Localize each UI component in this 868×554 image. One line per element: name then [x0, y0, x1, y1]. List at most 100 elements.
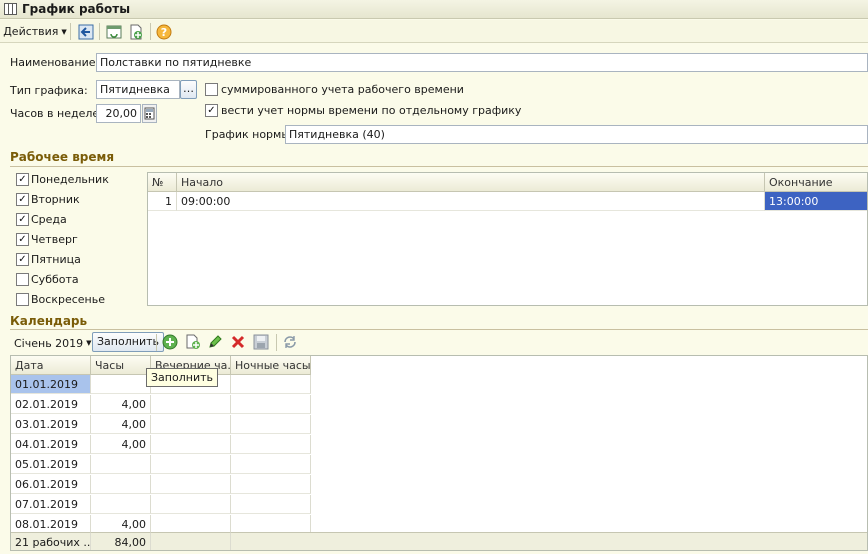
table-icon: [4, 3, 17, 15]
cell-date[interactable]: 05.01.2019: [11, 455, 91, 474]
cell-hours[interactable]: 4,00: [91, 395, 151, 414]
help-button[interactable]: ?: [154, 22, 174, 41]
weekday-checkbox[interactable]: ✓: [16, 173, 29, 186]
cell-date[interactable]: 07.01.2019: [11, 495, 91, 514]
weekday-checkbox[interactable]: ✓: [16, 233, 29, 246]
cell-num[interactable]: 1: [148, 192, 177, 211]
norm-schedule-label: График нормы:: [205, 128, 294, 141]
footer-date: 21 рабочих ...: [11, 532, 91, 550]
cell-night[interactable]: [231, 495, 311, 514]
toolbar-separator: [99, 23, 100, 40]
month-label: Січень 2019: [14, 336, 84, 350]
refresh-view-button[interactable]: [104, 22, 124, 41]
copy-row-icon: [186, 334, 200, 349]
weekday-monday[interactable]: ✓ Понедельник: [16, 172, 136, 188]
weekday-sunday[interactable]: Воскресенье: [16, 292, 136, 308]
cell-evening[interactable]: [151, 495, 231, 514]
summ-checkbox[interactable]: [205, 83, 218, 96]
cell-start[interactable]: 09:00:00: [177, 192, 765, 211]
weekday-label: Пятница: [31, 253, 81, 266]
ellipsis-icon: …: [183, 82, 194, 95]
column-header-night[interactable]: Ночные часы: [231, 356, 311, 375]
schedule-type-label: Тип графика:: [10, 84, 88, 97]
save-close-button[interactable]: [76, 22, 96, 41]
cell-hours[interactable]: [91, 375, 151, 394]
month-selector[interactable]: Січень 2019 ▼: [14, 335, 92, 351]
cell-night[interactable]: [231, 435, 311, 454]
window-title: График работы: [22, 2, 131, 16]
cell-evening[interactable]: [151, 435, 231, 454]
cell-date[interactable]: 04.01.2019: [11, 435, 91, 454]
calculator-button[interactable]: [142, 104, 157, 123]
column-header-date[interactable]: Дата: [11, 356, 91, 375]
cell-date[interactable]: 02.01.2019: [11, 395, 91, 414]
weekday-checkbox[interactable]: ✓: [16, 253, 29, 266]
disk-icon: [253, 334, 269, 350]
cell-evening[interactable]: [151, 455, 231, 474]
weekday-tuesday[interactable]: ✓ Вторник: [16, 192, 136, 208]
save-row-button[interactable]: [253, 334, 269, 350]
calendar-table[interactable]: Дата Часы Вечерние ча... Ночные часы 01.…: [10, 355, 868, 551]
cell-evening[interactable]: [151, 415, 231, 434]
pencil-icon: [209, 335, 222, 348]
weekday-label: Понедельник: [31, 173, 109, 186]
weekday-friday[interactable]: ✓ Пятница: [16, 252, 136, 268]
cell-date[interactable]: 01.01.2019: [11, 375, 91, 394]
select-type-button[interactable]: …: [180, 80, 197, 99]
hours-per-week-field[interactable]: 20,00: [96, 104, 141, 123]
weekday-checkbox[interactable]: ✓: [16, 213, 29, 226]
add-row-button[interactable]: [162, 334, 178, 350]
column-header-num[interactable]: №: [148, 173, 177, 192]
toolbar-separator: [276, 334, 277, 351]
cell-evening[interactable]: [151, 395, 231, 414]
cell-hours[interactable]: 4,00: [91, 435, 151, 454]
norm-checkbox[interactable]: ✓: [205, 104, 218, 117]
column-header-start[interactable]: Начало: [177, 173, 765, 192]
weekday-checkbox[interactable]: ✓: [16, 193, 29, 206]
weekday-checkbox[interactable]: [16, 273, 29, 286]
actions-menu[interactable]: Действия ▼: [3, 22, 67, 41]
work-time-table[interactable]: № Начало Окончание 1 09:00:00 13:00:00: [147, 172, 868, 306]
cell-night[interactable]: [231, 475, 311, 494]
chevron-down-icon: ▼: [61, 27, 67, 36]
cell-night[interactable]: [231, 395, 311, 414]
delete-icon: [231, 335, 245, 349]
delete-row-button[interactable]: [230, 334, 246, 350]
copy-row-button[interactable]: [185, 334, 201, 350]
cell-date[interactable]: 06.01.2019: [11, 475, 91, 494]
footer-hours: 84,00: [91, 532, 151, 550]
title-bar: График работы: [0, 0, 868, 19]
cell-end-selected[interactable]: 13:00:00: [765, 192, 867, 211]
document-add-icon: [130, 24, 142, 39]
cell-evening[interactable]: [151, 475, 231, 494]
weekday-wednesday[interactable]: ✓ Среда: [16, 212, 136, 228]
toolbar: Действия ▼ ?: [0, 20, 868, 43]
schedule-type-field[interactable]: Пятидневка: [96, 80, 180, 99]
cell-date[interactable]: 03.01.2019: [11, 415, 91, 434]
column-header-end[interactable]: Окончание: [765, 173, 867, 192]
weekday-checkbox[interactable]: [16, 293, 29, 306]
norm-schedule-field[interactable]: Пятидневка (40): [285, 125, 868, 144]
cell-night[interactable]: [231, 455, 311, 474]
cell-night[interactable]: [231, 375, 311, 394]
cell-hours[interactable]: [91, 475, 151, 494]
refresh-window-icon: [106, 25, 122, 38]
section-divider: [10, 329, 868, 330]
column-header-hours[interactable]: Часы: [91, 356, 151, 375]
weekday-saturday[interactable]: Суббота: [16, 272, 136, 288]
cell-hours[interactable]: [91, 455, 151, 474]
name-label: Наименование:: [10, 56, 100, 69]
norm-label: вести учет нормы времени по отдельному г…: [221, 104, 522, 117]
refresh-button[interactable]: [282, 334, 298, 350]
help-icon: ?: [156, 24, 172, 39]
copy-document-button[interactable]: [126, 22, 146, 41]
fill-button[interactable]: Заполнить: [92, 332, 164, 352]
cell-hours[interactable]: [91, 495, 151, 514]
cell-hours[interactable]: 4,00: [91, 415, 151, 434]
weekday-thursday[interactable]: ✓ Четверг: [16, 232, 136, 248]
edit-row-button[interactable]: [207, 334, 223, 350]
cell-night[interactable]: [231, 415, 311, 434]
name-field[interactable]: Полставки по пятидневке: [96, 53, 868, 72]
section-divider: [10, 166, 868, 167]
weekday-label: Суббота: [31, 273, 79, 286]
